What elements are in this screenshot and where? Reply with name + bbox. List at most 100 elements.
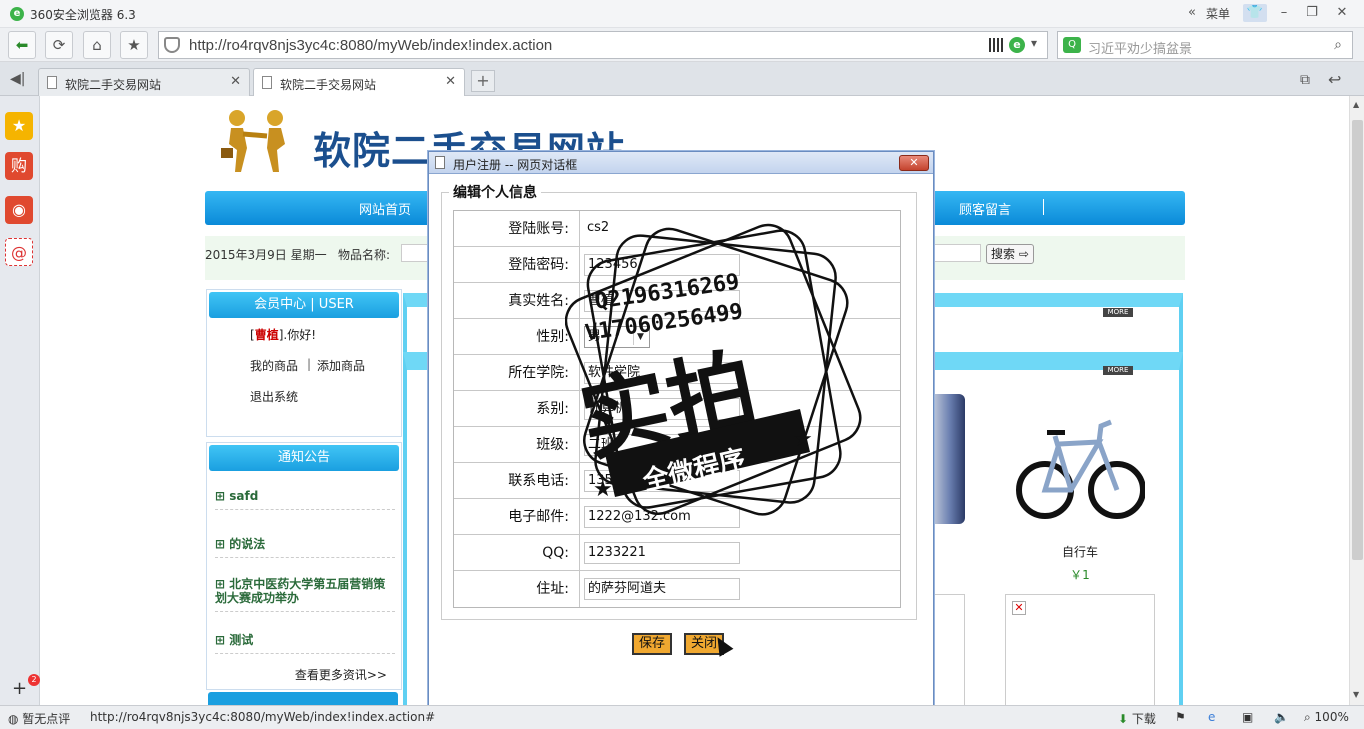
url-text[interactable]: http://ro4rqv8njs3yc4c:8080/myWeb/index!… — [189, 37, 552, 54]
sidebar-toggle-icon[interactable]: ◀| — [10, 71, 25, 87]
item-name-label: 物品名称: — [338, 248, 391, 262]
member-panel-title: 会员中心 | USER — [209, 292, 399, 318]
broken-image-icon: ✕ — [1012, 601, 1026, 615]
qq-field[interactable]: 1233221 — [584, 542, 740, 564]
class-label: 班级: — [454, 427, 580, 463]
favorites-star-icon[interactable]: ★ — [5, 112, 33, 140]
tab-label: 软院二手交易网站 — [280, 78, 377, 92]
shopping-icon[interactable]: 购 — [5, 152, 33, 180]
scroll-down-icon[interactable]: ▼ — [1353, 690, 1359, 699]
address-field[interactable]: 的萨芬阿道夫 — [584, 578, 740, 600]
add-item-link[interactable]: 添加商品 — [317, 357, 365, 374]
restore-button[interactable]: ❐ — [1300, 4, 1324, 22]
tab-list-icon[interactable]: ⧉ — [1300, 72, 1310, 88]
notice-item-text: 北京中医药大学第五届营销策划大赛成功举办 — [215, 577, 386, 605]
zoom-control[interactable]: ⌕ 100% — [1304, 710, 1349, 725]
more-news-link[interactable]: 查看更多资讯>> — [295, 666, 387, 683]
college-field[interactable]: 软件学院 — [584, 362, 740, 384]
search-button-label: 搜索 — [991, 247, 1016, 261]
dialog-close-button[interactable]: ✕ — [899, 155, 929, 171]
product-bicycle[interactable]: 自行车 ￥1 — [1005, 392, 1155, 583]
page-scrollbar[interactable]: ▲ ▼ — [1349, 96, 1364, 705]
gender-label: 性别: — [454, 319, 580, 355]
page-icon — [435, 156, 445, 169]
realname-field[interactable]: 曹植 — [584, 290, 740, 312]
tab-2[interactable]: 软院二手交易网站 ✕ — [253, 68, 465, 96]
nav-home[interactable]: 网站首页 — [359, 199, 411, 218]
skin-icon[interactable]: 👕 — [1243, 4, 1267, 22]
refresh-button[interactable]: ⟳ — [45, 31, 73, 59]
rating-status[interactable]: ◍ 暂无点评 — [8, 710, 70, 727]
nav-guestbook[interactable]: 顾客留言 — [959, 199, 1011, 218]
department-field[interactable]: 计算机 — [584, 398, 740, 420]
email-field[interactable]: 1222@132.com — [584, 506, 740, 528]
phone-label: 联系电话: — [454, 463, 580, 499]
qr-code-icon[interactable] — [989, 38, 1003, 52]
title-bar: e 360安全浏览器 6.3 « 菜单 👕 – ❐ ✕ — [0, 0, 1364, 28]
more-badge[interactable]: MORE — [1103, 366, 1133, 375]
close-tab-icon[interactable]: ✕ — [445, 74, 456, 89]
download-button[interactable]: ⬇ 下载 — [1118, 710, 1156, 727]
search-icon[interactable]: ⌕ — [1328, 36, 1348, 54]
download-icon: ⬇ — [1118, 712, 1129, 726]
close-tab-icon[interactable]: ✕ — [230, 74, 241, 89]
window-icon[interactable]: ▣ — [1242, 710, 1253, 724]
search-box[interactable]: Q 习近平劝少搞盆景 ⌕ — [1057, 31, 1353, 59]
favorite-star-button[interactable]: ★ — [120, 31, 148, 59]
user-greeting: [曹植].你好! — [250, 328, 317, 342]
weibo-icon[interactable]: ◉ — [5, 196, 33, 224]
new-tab-button[interactable]: + — [471, 70, 495, 92]
scrollbar-thumb[interactable] — [1352, 120, 1363, 560]
add-icon[interactable]: + — [12, 678, 27, 699]
ie-mode-icon[interactable]: e — [1009, 37, 1025, 53]
mail-icon[interactable]: @ — [5, 238, 33, 266]
product-card: ✕ — [1005, 594, 1155, 705]
speaker-icon[interactable]: 🔈 — [1274, 710, 1289, 724]
notice-item[interactable]: ⊞ 北京中医药大学第五届营销策划大赛成功举办 — [215, 577, 395, 612]
home-button[interactable]: ⌂ — [83, 31, 111, 59]
notification-badge: 2 — [28, 674, 40, 686]
ie-icon[interactable]: e — [1208, 710, 1215, 724]
scroll-up-icon[interactable]: ▲ — [1353, 100, 1359, 109]
flag-icon[interactable]: ⚑ — [1175, 710, 1186, 724]
gender-select[interactable]: 男 ▼ — [584, 326, 650, 348]
chevron-down-icon[interactable]: ▼ — [633, 329, 647, 345]
username: 曹植 — [254, 328, 279, 342]
tab-1[interactable]: 软院二手交易网站 ✕ — [38, 68, 250, 96]
notice-item-text: safd — [229, 489, 259, 503]
my-items-link[interactable]: 我的商品 — [250, 357, 298, 374]
undo-close-icon[interactable]: ↩ — [1328, 70, 1341, 89]
product-name: 自行车 — [1061, 545, 1098, 559]
back-button[interactable]: ⬅ — [8, 31, 36, 59]
save-button[interactable]: 保存 — [632, 633, 673, 655]
search-button[interactable]: 搜索 ⇨ — [986, 244, 1034, 264]
menu-button[interactable]: 菜单 — [1206, 5, 1230, 22]
address-bar[interactable]: http://ro4rqv8njs3yc4c:8080/myWeb/index!… — [158, 31, 1048, 59]
notice-item[interactable]: ⊞ 测试 — [215, 633, 395, 654]
department-label: 系别: — [454, 391, 580, 427]
search-engine-icon[interactable]: Q — [1063, 37, 1081, 53]
collapse-icon[interactable]: « — [1180, 4, 1204, 22]
search-input[interactable]: 习近平劝少搞盆景 — [1088, 38, 1192, 57]
form-row-qq: QQ: 1233221 — [454, 535, 900, 571]
status-bar: ◍ 暂无点评 http://ro4rqv8njs3yc4c:8080/myWeb… — [0, 705, 1364, 729]
page-icon — [47, 76, 57, 89]
more-badge[interactable]: MORE — [1103, 308, 1133, 317]
status-link: http://ro4rqv8njs3yc4c:8080/myWeb/index!… — [90, 710, 436, 724]
phone-field[interactable]: 1354343 — [584, 470, 740, 492]
password-field[interactable]: 123456 — [584, 254, 740, 276]
notice-item[interactable]: ⊞ 的说法 — [215, 537, 395, 558]
logout-link[interactable]: 退出系统 — [250, 388, 298, 405]
tab-bar: ◀| 软院二手交易网站 ✕ 软院二手交易网站 ✕ ⧉ ↩ — [0, 62, 1364, 96]
chevron-down-icon[interactable]: ▾ — [1031, 36, 1047, 50]
notice-item[interactable]: ⊞ safd — [215, 489, 395, 510]
qq-label: QQ: — [454, 535, 580, 571]
form-row-department: 系别: 计算机 — [454, 391, 900, 427]
dialog-title-bar[interactable]: 用户注册 -- 网页对话框 ✕ — [429, 152, 933, 174]
minimize-button[interactable]: – — [1272, 4, 1296, 22]
greeting-text: ].你好! — [278, 328, 317, 342]
form-row-class: 班级: 二班 — [454, 427, 900, 463]
bicycle-image[interactable] — [1015, 392, 1146, 536]
close-window-button[interactable]: ✕ — [1330, 4, 1354, 22]
class-field[interactable]: 二班 — [584, 434, 740, 456]
